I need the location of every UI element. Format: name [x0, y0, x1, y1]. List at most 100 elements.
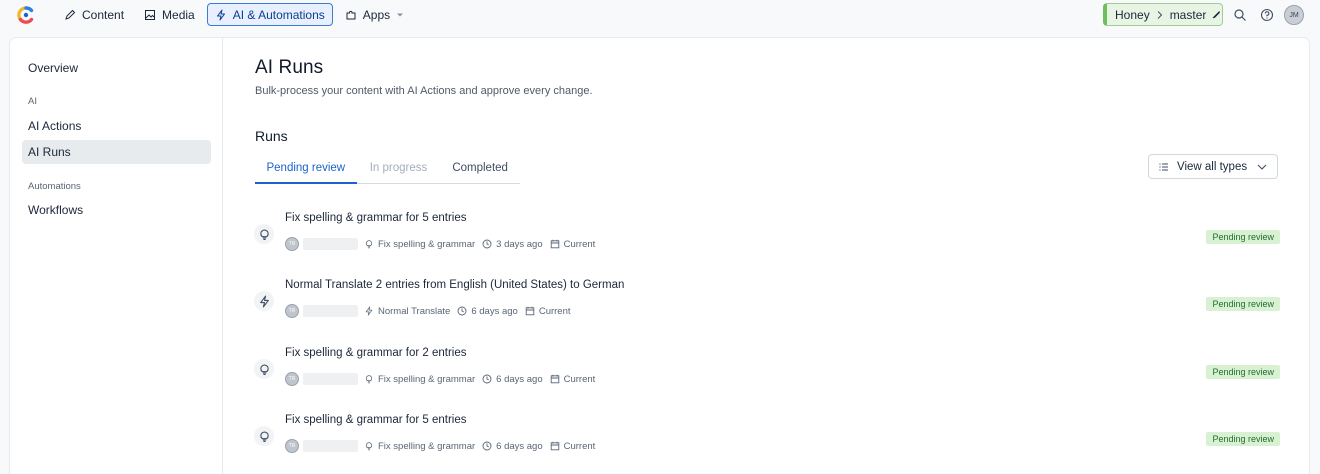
sidebar-item-label: Overview — [28, 61, 79, 75]
status-badge: Pending review — [1206, 365, 1280, 379]
lightbulb-icon — [365, 442, 373, 451]
type-filter-label: View all types — [1177, 160, 1248, 173]
run-title: Fix spelling & grammar for 2 entries — [285, 347, 467, 359]
run-author-name-redacted — [303, 440, 358, 452]
help-icon[interactable] — [1260, 8, 1274, 22]
content-panel: Overview AI AI Actions AI Runs Automatio… — [10, 38, 1309, 474]
sidebar-group-ai: AI — [28, 96, 37, 107]
run-author-name-redacted — [303, 238, 358, 250]
nav-content[interactable]: Content — [56, 3, 132, 26]
environment-space: Honey — [1115, 7, 1150, 22]
run-author-avatar: TR — [285, 372, 299, 386]
run-time-label: 6 days ago — [471, 305, 518, 317]
run-environment: Current — [550, 239, 595, 250]
run-meta: TR Fix spelling & grammar 6 days ago Cur… — [285, 372, 602, 386]
bolt-icon — [365, 306, 373, 316]
sidebar: Overview AI AI Actions AI Runs Automatio… — [10, 38, 223, 474]
run-environment-label: Current — [563, 373, 596, 385]
run-time: 3 days ago — [482, 238, 543, 250]
sidebar-item-overview[interactable]: Overview — [22, 56, 211, 80]
chevron-right-icon — [1157, 10, 1162, 19]
run-meta: TR Normal Translate 6 days ago Current — [285, 304, 578, 318]
nav-ai-automations-label: AI & Automations — [232, 7, 325, 22]
run-author-name-redacted — [303, 373, 358, 385]
sidebar-item-label: Workflows — [28, 203, 84, 217]
run-author-avatar: TR — [285, 439, 299, 453]
run-action-label: Fix spelling & grammar — [378, 238, 476, 250]
calendar-icon — [550, 441, 559, 451]
run-type-icon-wrap — [254, 426, 274, 446]
clock-icon — [482, 441, 492, 451]
lightbulb-icon — [259, 364, 269, 375]
run-environment: Current — [550, 440, 596, 452]
section-title: Runs — [255, 128, 288, 144]
page-title: AI Runs — [255, 57, 324, 78]
clock-icon — [482, 374, 492, 384]
status-badge: Pending review — [1206, 432, 1280, 446]
run-time: 6 days ago — [482, 374, 543, 385]
list-icon — [1159, 162, 1168, 171]
main-nav: Content Media AI & Automations Apps — [56, 3, 412, 26]
tab-pending-review[interactable]: Pending review — [255, 153, 357, 184]
puzzle-icon — [346, 10, 356, 19]
image-icon — [145, 9, 156, 20]
top-bar: Content Media AI & Automations Apps Hone… — [0, 0, 1320, 30]
environment-switcher[interactable]: Honey master — [1103, 3, 1223, 26]
user-avatar[interactable]: JM — [1284, 5, 1304, 25]
clock-icon — [457, 306, 467, 316]
nav-apps-label: Apps — [362, 7, 391, 22]
run-title: Fix spelling & grammar for 5 entries — [285, 414, 467, 426]
main-content: AI Runs Bulk-process your content with A… — [224, 38, 1309, 474]
app-logo-icon[interactable] — [16, 5, 36, 25]
clock-icon — [482, 239, 492, 249]
run-environment-label: Current — [538, 305, 571, 317]
run-time-label: 3 days ago — [496, 238, 543, 250]
chevron-down-icon — [1257, 164, 1267, 170]
page-subtitle: Bulk-process your content with AI Action… — [255, 85, 593, 97]
run-time-label: 6 days ago — [496, 440, 543, 452]
pen-icon — [65, 9, 76, 20]
lightbulb-icon — [259, 229, 269, 240]
nav-media[interactable]: Media — [136, 3, 203, 26]
run-meta: TR Fix spelling & grammar 6 days ago Cur… — [285, 439, 602, 453]
tab-completed[interactable]: Completed — [440, 153, 520, 183]
run-row[interactable]: Fix spelling & grammar for 5 entries TR … — [254, 414, 1280, 472]
run-time: 6 days ago — [457, 305, 518, 317]
search-icon[interactable] — [1233, 8, 1247, 22]
run-action: Fix spelling & grammar — [364, 239, 475, 250]
bolt-icon — [216, 9, 225, 20]
run-title: Normal Translate 2 entries from English … — [285, 279, 625, 291]
run-row[interactable]: Fix spelling & grammar for 5 entries TR … — [254, 212, 1280, 270]
run-action-label: Normal Translate — [378, 305, 451, 317]
run-type-icon-wrap — [254, 224, 274, 244]
run-tabs: Pending review In progress Completed — [255, 153, 520, 184]
sidebar-item-ai-actions[interactable]: AI Actions — [22, 114, 211, 138]
sidebar-item-workflows[interactable]: Workflows — [22, 198, 211, 222]
nav-ai-automations[interactable]: AI & Automations — [206, 3, 333, 26]
environment-branch: master — [1169, 7, 1207, 22]
type-filter-dropdown[interactable]: View all types — [1148, 154, 1278, 179]
run-environment-label: Current — [563, 440, 596, 452]
sidebar-item-ai-runs[interactable]: AI Runs — [22, 140, 211, 164]
rocket-icon — [1213, 10, 1221, 18]
status-badge: Pending review — [1206, 297, 1280, 311]
run-action-label: Fix spelling & grammar — [378, 373, 476, 385]
sidebar-item-label: AI Runs — [28, 145, 71, 159]
run-type-icon-wrap — [254, 291, 274, 311]
sidebar-group-automations: Automations — [28, 181, 81, 192]
run-environment: Current — [525, 306, 571, 317]
tab-in-progress[interactable]: In progress — [357, 153, 441, 183]
lightbulb-icon — [259, 431, 269, 442]
run-row[interactable]: Fix spelling & grammar for 2 entries TR … — [254, 347, 1280, 405]
run-action: Fix spelling & grammar — [364, 374, 475, 385]
bolt-icon — [259, 295, 269, 307]
run-time: 6 days ago — [482, 440, 543, 452]
status-badge: Pending review — [1206, 230, 1280, 244]
calendar-icon — [550, 374, 559, 384]
nav-apps[interactable]: Apps — [337, 3, 412, 26]
caret-down-icon — [397, 13, 404, 16]
nav-content-label: Content — [82, 7, 125, 22]
calendar-icon — [525, 306, 535, 316]
run-author-avatar: TR — [285, 304, 299, 318]
run-row[interactable]: Normal Translate 2 entries from English … — [254, 279, 1280, 337]
